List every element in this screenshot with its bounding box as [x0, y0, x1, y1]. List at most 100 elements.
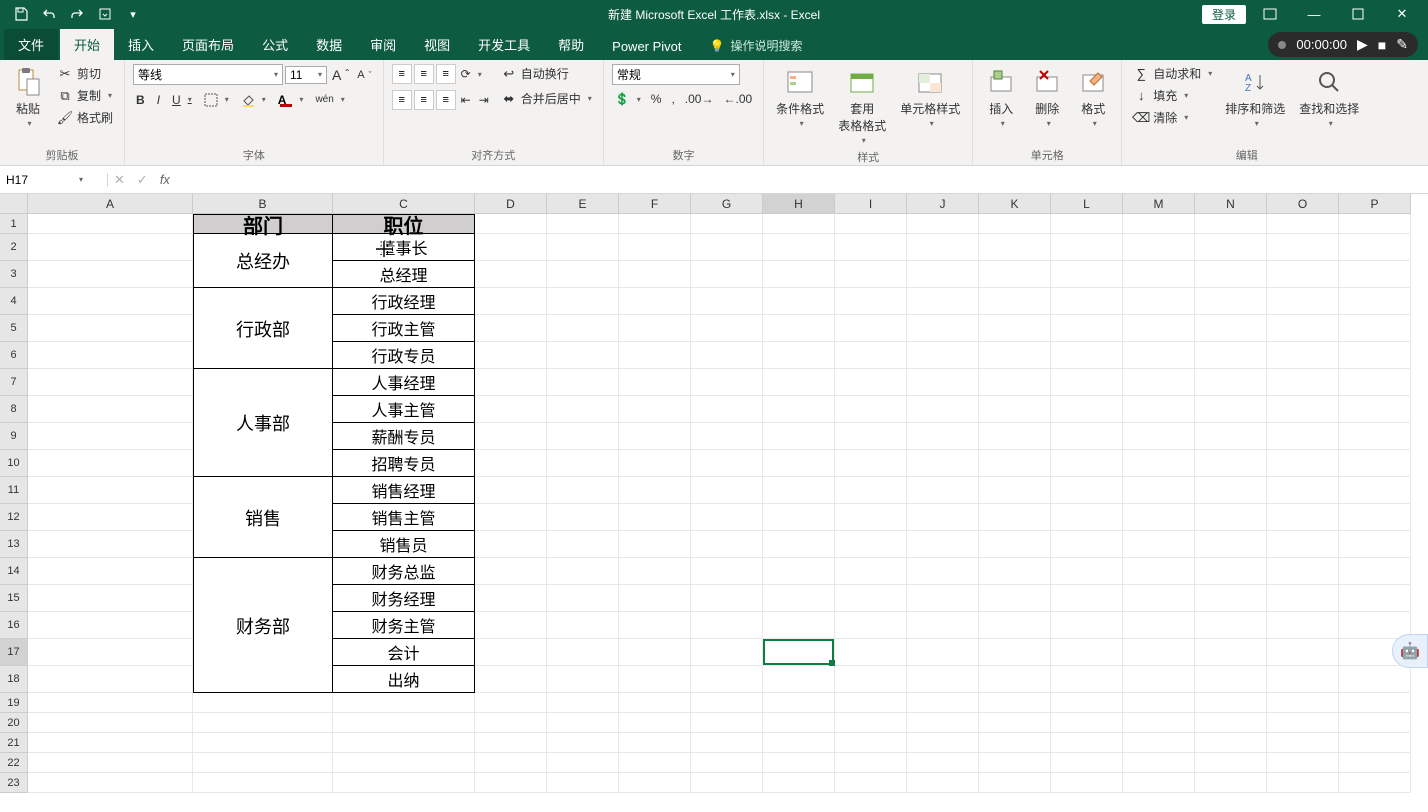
cell-P6[interactable] — [1339, 342, 1411, 369]
cell-D18[interactable] — [475, 666, 547, 693]
minimize-button[interactable]: — — [1294, 4, 1334, 24]
cell-P7[interactable] — [1339, 369, 1411, 396]
row-header-17[interactable]: 17 — [0, 639, 28, 666]
cell-B22[interactable] — [193, 753, 333, 773]
cell-H4[interactable] — [763, 288, 835, 315]
cell-H1[interactable] — [763, 214, 835, 234]
cell-K17[interactable] — [979, 639, 1051, 666]
cell-H3[interactable] — [763, 261, 835, 288]
cell-J7[interactable] — [907, 369, 979, 396]
wrap-text-button[interactable]: ↩自动换行 — [498, 64, 595, 83]
cell-A21[interactable] — [28, 733, 193, 753]
row-header-22[interactable]: 22 — [0, 753, 28, 773]
cell-I13[interactable] — [835, 531, 907, 558]
cell-G20[interactable] — [691, 713, 763, 733]
cell-C20[interactable] — [333, 713, 475, 733]
formula-input[interactable] — [176, 173, 1428, 187]
cell-E4[interactable] — [547, 288, 619, 315]
cell-G3[interactable] — [691, 261, 763, 288]
cell-K8[interactable] — [979, 396, 1051, 423]
cell-H9[interactable] — [763, 423, 835, 450]
align-left-button[interactable]: ≡ — [392, 90, 412, 110]
cell-J5[interactable] — [907, 315, 979, 342]
cell-P22[interactable] — [1339, 753, 1411, 773]
cell-P20[interactable] — [1339, 713, 1411, 733]
cell-J21[interactable] — [907, 733, 979, 753]
cell-B2[interactable]: 总经办 — [193, 234, 333, 261]
cell-I1[interactable] — [835, 214, 907, 234]
cell-F16[interactable] — [619, 612, 691, 639]
border-button[interactable]: ▾ — [201, 92, 232, 108]
cell-A16[interactable] — [28, 612, 193, 639]
cell-M10[interactable] — [1123, 450, 1195, 477]
cell-O6[interactable] — [1267, 342, 1339, 369]
cell-I14[interactable] — [835, 558, 907, 585]
percent-button[interactable]: % — [648, 91, 665, 107]
cell-L4[interactable] — [1051, 288, 1123, 315]
row-header-2[interactable]: 2 — [0, 234, 28, 261]
cell-J18[interactable] — [907, 666, 979, 693]
cell-E6[interactable] — [547, 342, 619, 369]
cell-L1[interactable] — [1051, 214, 1123, 234]
cell-C7[interactable]: 人事经理 — [333, 369, 475, 396]
cell-C3[interactable]: 总经理 — [333, 261, 475, 288]
cell-J22[interactable] — [907, 753, 979, 773]
cell-G12[interactable] — [691, 504, 763, 531]
cell-C4[interactable]: 行政经理 — [333, 288, 475, 315]
column-header-J[interactable]: J — [907, 194, 979, 214]
cell-B10[interactable] — [193, 450, 333, 477]
cell-O13[interactable] — [1267, 531, 1339, 558]
cell-D16[interactable] — [475, 612, 547, 639]
cell-D23[interactable] — [475, 773, 547, 793]
row-header-3[interactable]: 3 — [0, 261, 28, 288]
cell-D15[interactable] — [475, 585, 547, 612]
column-header-N[interactable]: N — [1195, 194, 1267, 214]
cell-G21[interactable] — [691, 733, 763, 753]
row-header-1[interactable]: 1 — [0, 214, 28, 234]
cell-A7[interactable] — [28, 369, 193, 396]
cell-N14[interactable] — [1195, 558, 1267, 585]
cell-D3[interactable] — [475, 261, 547, 288]
cell-I11[interactable] — [835, 477, 907, 504]
cell-F7[interactable] — [619, 369, 691, 396]
cell-C9[interactable]: 薪酬专员 — [333, 423, 475, 450]
cell-F5[interactable] — [619, 315, 691, 342]
cell-G16[interactable] — [691, 612, 763, 639]
cell-P14[interactable] — [1339, 558, 1411, 585]
row-header-16[interactable]: 16 — [0, 612, 28, 639]
cell-P19[interactable] — [1339, 693, 1411, 713]
cell-G18[interactable] — [691, 666, 763, 693]
cell-I9[interactable] — [835, 423, 907, 450]
cell-I10[interactable] — [835, 450, 907, 477]
cell-M9[interactable] — [1123, 423, 1195, 450]
maximize-button[interactable] — [1338, 4, 1378, 24]
cell-E19[interactable] — [547, 693, 619, 713]
cell-E15[interactable] — [547, 585, 619, 612]
cell-L8[interactable] — [1051, 396, 1123, 423]
cell-G2[interactable] — [691, 234, 763, 261]
cell-J15[interactable] — [907, 585, 979, 612]
cell-E1[interactable] — [547, 214, 619, 234]
cell-N22[interactable] — [1195, 753, 1267, 773]
tab-insert[interactable]: 插入 — [114, 29, 168, 60]
ribbon-display-button[interactable] — [1250, 4, 1290, 24]
cell-G23[interactable] — [691, 773, 763, 793]
cell-O17[interactable] — [1267, 639, 1339, 666]
cell-K7[interactable] — [979, 369, 1051, 396]
cell-C13[interactable]: 销售员 — [333, 531, 475, 558]
column-header-D[interactable]: D — [475, 194, 547, 214]
tab-data[interactable]: 数据 — [302, 29, 356, 60]
cell-G4[interactable] — [691, 288, 763, 315]
cell-E5[interactable] — [547, 315, 619, 342]
cell-O1[interactable] — [1267, 214, 1339, 234]
cell-F6[interactable] — [619, 342, 691, 369]
row-header-14[interactable]: 14 — [0, 558, 28, 585]
cell-J11[interactable] — [907, 477, 979, 504]
cell-A4[interactable] — [28, 288, 193, 315]
tab-dev[interactable]: 开发工具 — [464, 29, 544, 60]
column-header-A[interactable]: A — [28, 194, 193, 214]
cell-D17[interactable] — [475, 639, 547, 666]
cell-H12[interactable] — [763, 504, 835, 531]
cell-K21[interactable] — [979, 733, 1051, 753]
cell-F13[interactable] — [619, 531, 691, 558]
